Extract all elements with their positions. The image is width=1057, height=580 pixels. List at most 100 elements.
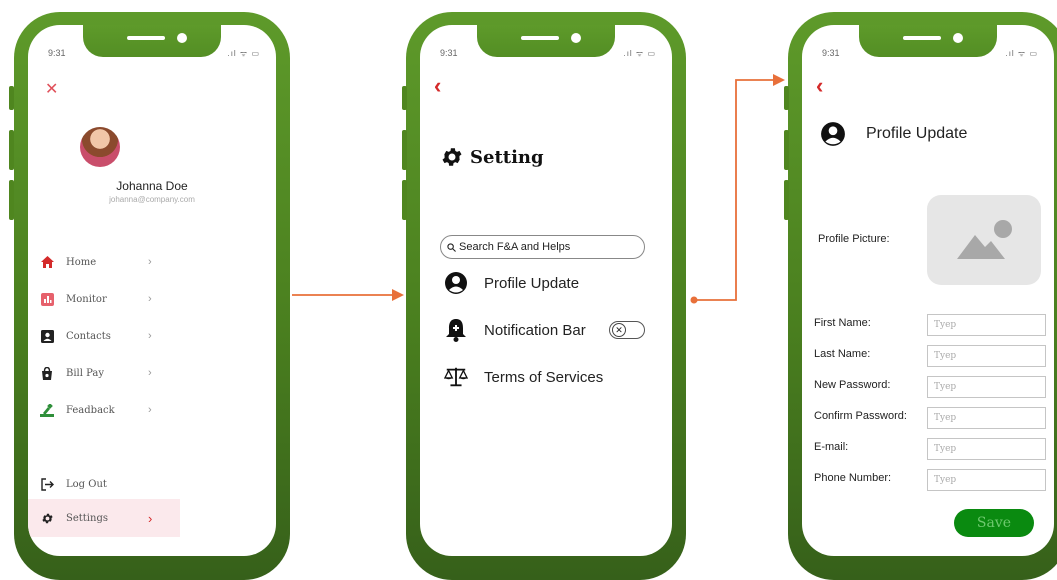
- bell-icon: [444, 318, 468, 342]
- chevron-right-icon: ›: [148, 256, 152, 268]
- chevron-right-icon: ›: [148, 510, 153, 526]
- menu-item-label: Feadback: [66, 404, 115, 416]
- form-row-confirm-password: Confirm Password: Tyep: [814, 407, 1046, 429]
- menu-item-label: Home: [66, 256, 97, 268]
- back-chevron-icon[interactable]: ‹: [434, 75, 441, 97]
- new-password-input[interactable]: Tyep: [927, 376, 1046, 398]
- chevron-right-icon: ›: [148, 404, 152, 416]
- notch: [477, 25, 615, 57]
- side-button: [784, 180, 789, 220]
- gear-icon: [442, 148, 462, 166]
- status-icons: .ıl ᯤ ▭: [623, 49, 656, 58]
- page-title-text: Profile Update: [866, 125, 968, 142]
- user-circle-icon: [444, 271, 468, 295]
- form-row-email: E-mail: Tyep: [814, 438, 1046, 460]
- chevron-right-icon: ›: [148, 293, 152, 305]
- profile-picture-upload[interactable]: [927, 195, 1041, 285]
- form-row-phone-number: Phone Number: Tyep: [814, 469, 1046, 491]
- page-title: Setting: [440, 145, 544, 169]
- side-button: [9, 130, 14, 170]
- search-input[interactable]: Search F&A and Helps: [440, 235, 645, 259]
- side-button: [9, 180, 14, 220]
- menu-item-home[interactable]: Home ›: [28, 244, 180, 280]
- flow-arrow: [292, 289, 404, 301]
- home-icon: [40, 255, 54, 269]
- option-label: Terms of Services: [484, 368, 604, 386]
- flow-arrow: [690, 74, 785, 304]
- email-input[interactable]: Tyep: [927, 438, 1046, 460]
- page-title-text: Setting: [470, 146, 544, 168]
- menu-screen: 9:31 .ıl ᯤ ▭ ✕ Johanna Doe johanna@compa…: [28, 25, 276, 556]
- status-icons: .ıl ᯤ ▭: [1005, 49, 1038, 58]
- field-label: E-mail:: [814, 441, 849, 453]
- search-icon: [447, 242, 456, 252]
- menu-item-monitor[interactable]: Monitor ›: [28, 281, 180, 317]
- notch: [859, 25, 997, 57]
- chevron-right-icon: ›: [148, 330, 152, 342]
- menu-item-label: Monitor: [66, 293, 107, 305]
- form-row-new-password: New Password: Tyep: [814, 376, 1046, 398]
- toggle-off-icon: ✕: [612, 323, 626, 337]
- option-label: Profile Update: [484, 274, 580, 292]
- option-notification-bar[interactable]: Notification Bar: [444, 318, 586, 342]
- side-button: [402, 130, 407, 170]
- notification-toggle[interactable]: ✕: [609, 321, 645, 339]
- last-name-input[interactable]: Tyep: [927, 345, 1046, 367]
- user-circle-icon: [821, 122, 845, 146]
- logout-button[interactable]: Log Out: [28, 466, 180, 502]
- menu-item-label: Contacts: [66, 330, 111, 342]
- scale-icon: [444, 365, 468, 389]
- status-time: 9:31: [48, 48, 66, 58]
- profile-screen: 9:31 .ıl ᯤ ▭ ‹ Profile Update Profile Pi…: [802, 25, 1054, 556]
- feedback-icon: [40, 403, 54, 417]
- contacts-icon: [40, 329, 54, 343]
- phone-settings: 9:31 .ıl ᯤ ▭ ‹ Setting Search F&A and He…: [402, 12, 686, 580]
- avatar: [80, 127, 120, 167]
- logout-icon: [40, 477, 54, 491]
- settings-label: Settings: [66, 512, 108, 524]
- confirm-password-input[interactable]: Tyep: [927, 407, 1046, 429]
- field-label: Phone Number:: [814, 472, 892, 484]
- menu-item-feedback[interactable]: Feadback ›: [28, 392, 180, 428]
- status-icons: .ıl ᯤ ▭: [227, 49, 260, 58]
- notch: [83, 25, 221, 57]
- menu-item-label: Bill Pay: [66, 367, 105, 379]
- form-row-first-name: First Name: Tyep: [814, 314, 1046, 336]
- back-chevron-icon[interactable]: ‹: [816, 75, 823, 97]
- settings-screen: 9:31 .ıl ᯤ ▭ ‹ Setting Search F&A and He…: [420, 25, 672, 556]
- logout-label: Log Out: [66, 478, 107, 490]
- menu-item-bill-pay[interactable]: Bill Pay ›: [28, 355, 180, 391]
- field-label: New Password:: [814, 379, 891, 391]
- option-terms-of-services[interactable]: Terms of Services: [444, 365, 603, 389]
- option-label: Notification Bar: [484, 321, 586, 339]
- user-name: Johanna Doe: [116, 179, 188, 193]
- side-button: [9, 86, 14, 110]
- save-button[interactable]: Save: [954, 509, 1034, 537]
- field-label: Last Name:: [814, 348, 871, 360]
- field-label: Confirm Password:: [814, 410, 907, 422]
- side-button: [402, 86, 407, 110]
- bill-pay-icon: [40, 366, 54, 380]
- side-button: [784, 130, 789, 170]
- menu-item-contacts[interactable]: Contacts ›: [28, 318, 180, 354]
- monitor-icon: [40, 292, 54, 306]
- side-button: [402, 180, 407, 220]
- status-time: 9:31: [440, 48, 458, 58]
- field-label: First Name:: [814, 317, 871, 329]
- side-button: [784, 86, 789, 110]
- page-title: Profile Update: [820, 121, 967, 147]
- phone-profile-update: 9:31 .ıl ᯤ ▭ ‹ Profile Update Profile Pi…: [784, 12, 1057, 580]
- user-email: johanna@company.com: [109, 195, 195, 204]
- profile-picture-label: Profile Picture:: [818, 233, 890, 245]
- search-placeholder: Search F&A and Helps: [459, 241, 571, 253]
- phone-menu: 9:31 .ıl ᯤ ▭ ✕ Johanna Doe johanna@compa…: [9, 12, 290, 580]
- option-profile-update[interactable]: Profile Update: [444, 271, 579, 295]
- form-row-last-name: Last Name: Tyep: [814, 345, 1046, 367]
- close-icon[interactable]: ✕: [45, 79, 58, 99]
- chevron-right-icon: ›: [148, 367, 152, 379]
- menu-item-settings[interactable]: Settings ›: [28, 499, 180, 537]
- first-name-input[interactable]: Tyep: [927, 314, 1046, 336]
- image-placeholder-icon: [957, 220, 1012, 259]
- phone-number-input[interactable]: Tyep: [927, 469, 1046, 491]
- gear-icon: [40, 511, 54, 525]
